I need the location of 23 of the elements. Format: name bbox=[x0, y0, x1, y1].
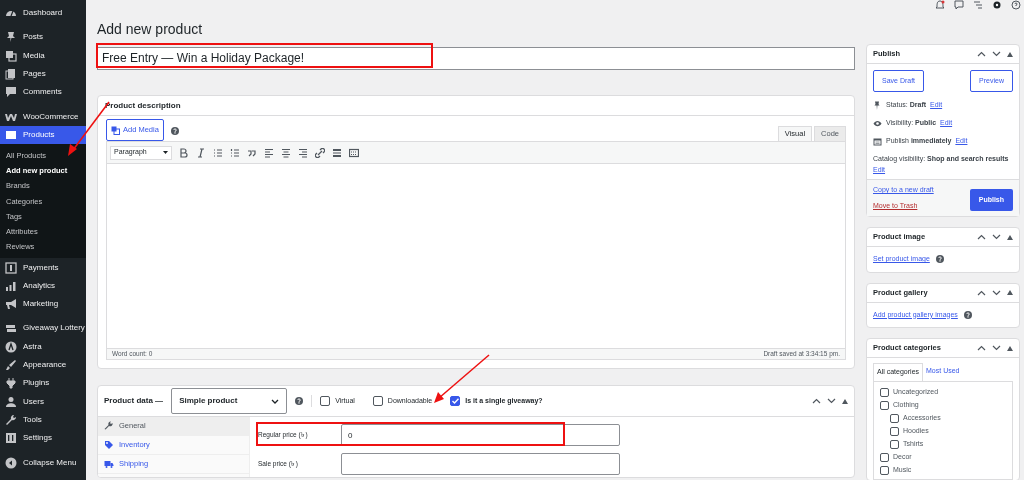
sidebar-item[interactable]: Analytics bbox=[0, 276, 86, 295]
panel-heading: Product data — bbox=[104, 395, 164, 407]
sidebar-item[interactable]: Appearance bbox=[0, 355, 86, 375]
sidebar-item[interactable]: Giveaway Lottery bbox=[0, 319, 86, 338]
sidebar-item[interactable]: Users bbox=[0, 392, 86, 411]
sidebar-item[interactable]: Settings bbox=[0, 429, 86, 448]
sidebar-item[interactable]: Payments bbox=[0, 258, 86, 277]
sidebar-item[interactable]: Collapse Menu bbox=[0, 453, 86, 472]
sidebar-item[interactable]: Astra bbox=[0, 337, 86, 356]
page-title: Add new product bbox=[97, 20, 204, 38]
sidebar-item[interactable]: Products bbox=[0, 125, 86, 145]
sidebar-item[interactable]: Dashboard bbox=[0, 4, 86, 23]
sidebar-item[interactable]: Tools bbox=[0, 410, 86, 430]
sidebar-item[interactable]: Media bbox=[0, 46, 86, 65]
input-field[interactable]: 0 bbox=[341, 424, 620, 446]
title-field[interactable]: Free Entry — Win a Holiday Package! bbox=[97, 46, 855, 70]
sidebar-item[interactable]: Marketing bbox=[0, 295, 86, 314]
sidebar-item[interactable]: Comments bbox=[0, 83, 86, 102]
sidebar-item[interactable]: Pages bbox=[0, 64, 86, 84]
product-type-select[interactable]: Simple product bbox=[171, 388, 288, 414]
sidebar-item[interactable]: Posts bbox=[0, 28, 86, 47]
sidebar-item[interactable]: Plugins bbox=[0, 374, 86, 393]
sidebar-item[interactable]: WooCommerce bbox=[0, 107, 86, 126]
